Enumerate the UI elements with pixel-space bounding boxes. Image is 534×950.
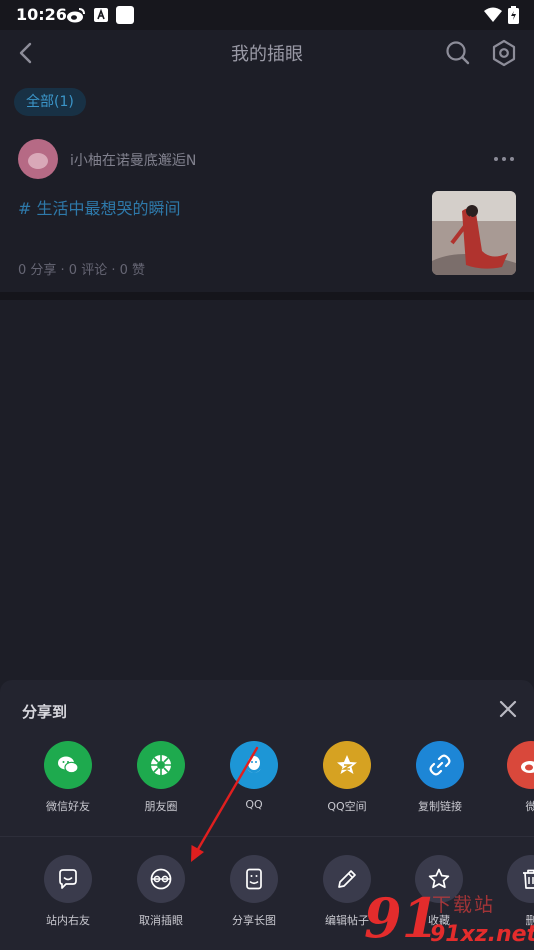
app-header: 我的插眼	[0, 30, 534, 74]
share-wechat-friend[interactable]: 微信好友	[23, 741, 113, 825]
watermark: 91 下载站 91xz.net	[360, 886, 534, 950]
close-icon[interactable]	[496, 697, 520, 721]
action-share-to-friend[interactable]: 站内右友	[23, 855, 113, 939]
page: 我的插眼 全部(1) i小柚在诺曼底邂逅N # 生活中最想哭的瞬间 0 分享 ·…	[0, 30, 534, 950]
status-time: 10:26	[16, 5, 67, 24]
app-status-icon	[116, 6, 134, 24]
weibo-icon	[507, 741, 534, 789]
share-label: 朋友圈	[144, 800, 178, 813]
moments-icon	[137, 741, 185, 789]
row-divider	[0, 836, 534, 837]
post-card[interactable]: i小柚在诺曼底邂逅N # 生活中最想哭的瞬间 0 分享 · 0 评论 · 0 赞	[0, 130, 534, 292]
share-weibo[interactable]: 微	[486, 741, 534, 825]
wifi-icon	[484, 7, 502, 22]
font-status-icon	[94, 8, 108, 22]
post-thumbnail[interactable]	[432, 191, 516, 275]
search-icon[interactable]	[444, 39, 472, 67]
share-label: QQ	[245, 798, 263, 811]
share-label: 微信好友	[46, 800, 90, 813]
qzone-icon	[323, 741, 371, 789]
eye-off-icon	[137, 855, 185, 903]
share-sheet-title: 分享到	[22, 703, 68, 721]
status-bar: 10:26	[0, 0, 534, 30]
long-image-icon	[230, 855, 278, 903]
watermark-url: 91xz.net	[430, 922, 534, 947]
share-qq[interactable]: QQ	[209, 741, 299, 825]
post-topic-tag[interactable]: # 生活中最想哭的瞬间	[18, 195, 181, 219]
watermark-text: 下载站	[432, 894, 496, 916]
post-author[interactable]: i小柚在诺曼底邂逅N	[70, 150, 196, 170]
action-share-long-image[interactable]: 分享长图	[209, 855, 299, 939]
weibo-status-icon	[67, 8, 85, 23]
share-label: 微	[525, 800, 534, 813]
watermark-number: 91	[364, 886, 440, 950]
post-stats: 0 分享 · 0 评论 · 0 赞	[18, 263, 146, 278]
link-icon	[416, 741, 464, 789]
battery-icon	[508, 6, 519, 24]
action-label: 分享长图	[232, 914, 276, 927]
action-cancel-bookmark[interactable]: 取消插眼	[116, 855, 206, 939]
wechat-icon	[44, 741, 92, 789]
share-label: QQ空间	[327, 800, 367, 813]
chat-face-icon	[44, 855, 92, 903]
share-qzone[interactable]: QQ空间	[302, 741, 392, 825]
more-options-icon[interactable]	[490, 149, 518, 169]
action-label: 取消插眼	[139, 914, 183, 927]
action-label: 站内右友	[46, 914, 90, 927]
share-label: 复制链接	[418, 800, 462, 813]
share-copy-link[interactable]: 复制链接	[395, 741, 485, 825]
share-moments[interactable]: 朋友圈	[116, 741, 206, 825]
avatar[interactable]	[18, 139, 58, 179]
filter-chip-all[interactable]: 全部(1)	[14, 88, 86, 116]
divider	[0, 292, 534, 300]
settings-icon[interactable]	[489, 38, 519, 68]
qq-icon	[230, 741, 278, 789]
